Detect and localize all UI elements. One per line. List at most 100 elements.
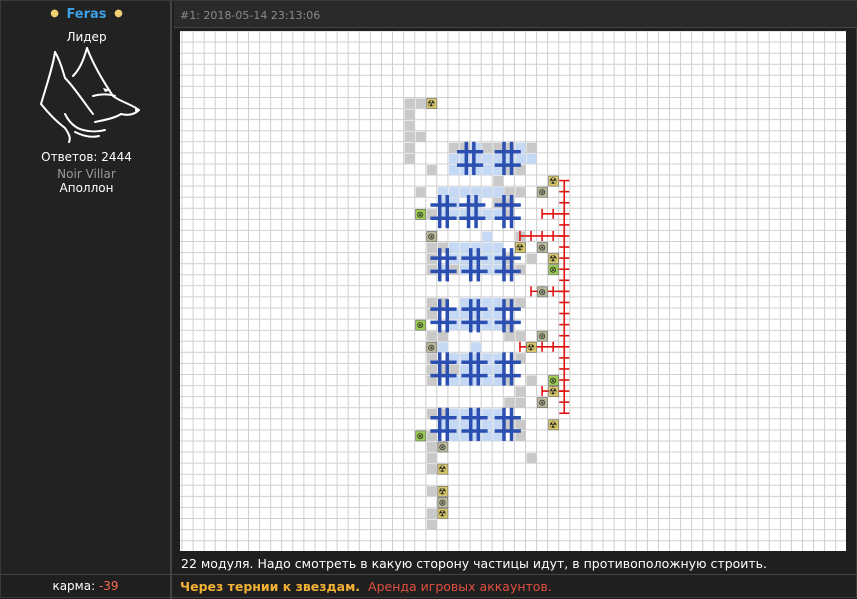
coolant-cell xyxy=(482,153,493,164)
online-dot-icon: ● xyxy=(114,8,123,19)
signature-link[interactable]: Аренда игровых аккаунтов. xyxy=(368,579,552,594)
coolant-cell xyxy=(460,242,471,253)
reactor-schematic: ☢☢☢☢☢☢☢☢☢☢⊗⊗⊗⊗⊗⊛⊛⊛⊛⊛⊛⊛⊛⊛ xyxy=(180,30,846,551)
casing-cell xyxy=(426,297,437,308)
post-footer: карма: -39 Через тернии к звездам. Аренд… xyxy=(1,574,857,599)
coolant-cell xyxy=(482,364,493,375)
casing-cell xyxy=(515,331,526,342)
coolant-cell xyxy=(515,153,526,164)
casing-cell xyxy=(526,142,537,153)
casing-cell xyxy=(526,375,537,386)
casing-cell xyxy=(426,164,437,176)
radiation-icon-glyph: ☢ xyxy=(549,255,557,265)
coolant-cell xyxy=(493,187,504,198)
casing-cell xyxy=(504,397,515,408)
wire-line xyxy=(519,230,566,241)
coolant-cell xyxy=(482,231,493,242)
coolant-cell xyxy=(448,153,459,164)
casing-cell xyxy=(415,187,426,198)
coolant-cell xyxy=(437,342,448,353)
casing-cell xyxy=(437,331,448,342)
casing-cell xyxy=(415,98,426,109)
reflector-icon-glyph: ⊛ xyxy=(428,343,436,353)
green-module-icon-glyph: ⊗ xyxy=(549,266,557,276)
radiation-icon-glyph: ☢ xyxy=(549,388,557,398)
wolf-head-icon xyxy=(40,47,140,143)
radiation-icon-glyph: ☢ xyxy=(516,244,524,254)
karma-label: карма: xyxy=(52,579,99,593)
casing-cell xyxy=(404,153,415,164)
radiation-icon-glyph: ☢ xyxy=(438,509,446,519)
green-module-icon-glyph: ⊗ xyxy=(549,377,557,387)
radiation-icon-glyph: ☢ xyxy=(527,343,535,353)
reflector-icon-glyph: ⊛ xyxy=(538,188,546,198)
forum-post: ● Feras ● Лидер Ответов: 2444 Noir Villa… xyxy=(0,0,857,599)
casing-cell xyxy=(426,508,437,519)
coolant-cell xyxy=(493,297,504,308)
casing-cell xyxy=(426,519,437,530)
signature: Через тернии к звездам. Аренда игровых а… xyxy=(180,579,552,594)
green-module-icon-glyph: ⊗ xyxy=(416,321,424,331)
coolant-cell xyxy=(482,164,493,176)
post-image[interactable]: ☢ ☢ ☢ ☢ ☢ ☢ ☢ ☢ ☢ ☢ ⊗ ⊗ ⊗ ⊗ ⊗ ⊛ ⊛ ⊛ ⊛ ⊛ ⊛ ⊛ ⊛ ⊛ xyxy=(180,30,846,551)
coolant-cell xyxy=(482,242,493,253)
casing-cell xyxy=(426,242,437,253)
casing-cell xyxy=(515,397,526,408)
grid-lines xyxy=(180,30,846,551)
post-meta[interactable]: #1: 2018-05-14 23:13:06 xyxy=(180,9,320,22)
reflector-icon-glyph: ⊛ xyxy=(439,443,447,453)
casing-cell xyxy=(482,142,493,153)
casing-cell xyxy=(493,176,504,187)
coolant-cell xyxy=(482,187,493,198)
user-server: Аполлон xyxy=(59,181,114,195)
coolant-cell xyxy=(526,153,537,164)
green-module-icon-glyph: ⊗ xyxy=(416,210,424,220)
wire-line xyxy=(541,208,566,219)
online-dot-icon: ● xyxy=(50,8,59,19)
username-text[interactable]: Feras xyxy=(66,7,106,22)
signature-title: Через тернии к звездам. xyxy=(180,579,361,594)
karma: карма: -39 xyxy=(1,575,172,599)
reflector-icon-glyph: ⊛ xyxy=(538,244,546,254)
coolant-cell xyxy=(471,342,482,353)
reflector-icon-glyph: ⊛ xyxy=(439,498,447,508)
casing-cell xyxy=(426,364,437,375)
casing-cell xyxy=(515,419,526,430)
casing-cell xyxy=(526,453,537,464)
post-header: #1: 2018-05-14 23:13:06 xyxy=(174,1,857,28)
radiation-icon-glyph: ☢ xyxy=(549,177,557,187)
username[interactable]: ● Feras ● xyxy=(1,7,172,22)
coolant-cell xyxy=(448,242,459,253)
user-clan[interactable]: Noir Villar xyxy=(1,167,172,181)
casing-cell xyxy=(404,120,415,131)
casing-cell xyxy=(515,297,526,308)
coolant-cell xyxy=(493,242,504,253)
casing-cell xyxy=(426,331,437,342)
coolant-cell xyxy=(460,297,471,308)
radiation-icon-glyph: ☢ xyxy=(438,487,446,497)
casing-cell xyxy=(515,187,526,198)
casing-cell xyxy=(515,386,526,397)
casing-cell xyxy=(415,131,426,142)
casing-cell xyxy=(404,109,415,120)
coolant-cell xyxy=(460,364,471,375)
casing-cell xyxy=(426,441,437,453)
casing-cell xyxy=(404,98,415,109)
casing-cell xyxy=(404,142,415,153)
green-module-icon-glyph: ⊗ xyxy=(416,432,424,442)
reply-count: Ответов: 2444 xyxy=(41,150,132,164)
coolant-cell xyxy=(493,419,504,430)
radiation-icon-glyph: ☢ xyxy=(438,465,446,475)
coolant-cell xyxy=(493,364,504,375)
reflector-icon-glyph: ⊛ xyxy=(538,332,546,342)
casing-cell xyxy=(426,486,437,497)
radiation-icon-glyph: ☢ xyxy=(427,100,435,110)
coolant-cell xyxy=(482,419,493,430)
karma-value: -39 xyxy=(98,579,119,593)
coolant-cell xyxy=(448,187,459,198)
coolant-cell xyxy=(448,419,459,430)
coolant-cell xyxy=(460,419,471,430)
user-sidebar: ● Feras ● Лидер Ответов: 2444 Noir Villa… xyxy=(1,1,172,574)
casing-cell xyxy=(426,453,437,464)
casing-cell xyxy=(404,131,415,142)
